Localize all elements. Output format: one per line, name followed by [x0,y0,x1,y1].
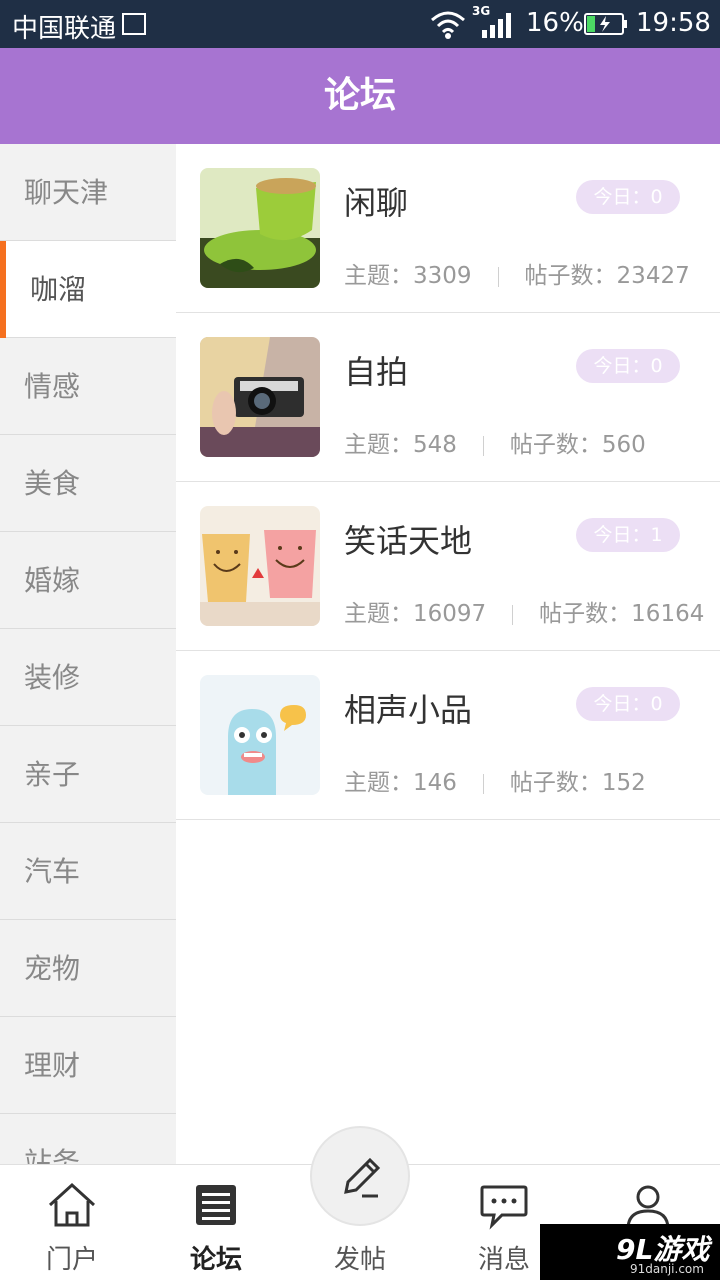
sidebar-item-parenting[interactable]: 亲子 [0,726,176,823]
sidebar-item-wedding[interactable]: 婚嫁 [0,532,176,629]
topic-count: 主题：3309 [344,263,472,289]
sidebar-item-label: 宠物 [24,952,81,985]
book-icon [196,1185,236,1225]
sidebar-item-label: 咖溜 [30,273,87,306]
sidebar-item-label: 聊天津 [24,176,109,209]
sidebar-item-label: 美食 [24,467,81,500]
tab-label: 论坛 [189,1245,242,1275]
divider [512,604,514,625]
forum-stats: 主题：548 帖子数：560 [344,425,646,459]
sidebar-item-site-affairs[interactable]: 站务 [0,1114,176,1164]
carrier-name: 中国联通 [12,14,117,44]
pencil-icon [344,1157,381,1198]
page-title: 论坛 [323,75,396,116]
wifi-icon [431,11,465,39]
home-icon [48,1182,96,1227]
watermark: 9L游戏 91danji.com [540,1224,720,1280]
tab-forum[interactable]: 论坛 [144,1165,288,1280]
sidebar-item-finance[interactable]: 理财 [0,1017,176,1114]
forum-item-zipai[interactable]: 自拍 今日：0 主题：548 帖子数：560 [176,313,720,482]
divider [497,266,499,287]
new-post-button[interactable] [310,1126,410,1226]
forum-item-xianliao[interactable]: 闲聊 今日：0 主题：3309 帖子数：23427 [176,144,720,313]
signal-icon [482,13,511,38]
watermark-site: 91danji.com [630,1262,704,1276]
today-count-badge: 今日：0 [576,687,680,721]
forum-thumbnail [200,506,320,626]
forum-item-xiaohua[interactable]: 笑话天地 今日：1 主题：16097 帖子数：16164 [176,482,720,651]
sidebar-item-kaliu[interactable]: 咖溜 [0,241,176,338]
sidebar-item-label: 理财 [24,1049,81,1082]
green-tea-cup-photo-icon [200,168,320,288]
forum-name: 笑话天地 [344,522,473,560]
today-count-badge: 今日：1 [576,518,680,552]
sidebar-item-label: 汽车 [24,855,81,888]
sidebar-item-label: 亲子 [24,758,81,791]
topic-count: 主题：16097 [344,601,487,627]
topic-count: 主题：548 [344,432,457,458]
post-count: 帖子数：560 [509,432,646,458]
today-count-badge: 今日：0 [576,180,680,214]
sidebar-item-decoration[interactable]: 装修 [0,629,176,726]
sidebar-item-pets[interactable]: 宠物 [0,920,176,1017]
battery-percent: 16% [526,8,584,38]
forum-stats: 主题：16097 帖子数：16164 [344,594,704,628]
tab-label: 门户 [45,1245,98,1275]
sidebar-item-label: 站务 [24,1146,81,1164]
forum-name: 闲聊 [344,184,409,222]
image-notification-icon [122,13,146,35]
tab-label: 发帖 [333,1245,386,1275]
topic-count: 主题：146 [344,770,457,796]
sidebar-item-label: 婚嫁 [24,564,81,597]
post-count: 帖子数：16164 [539,601,705,627]
status-bar: 中国联通 3G 16% 19:58 [0,0,720,48]
post-count: 帖子数：23427 [524,263,690,289]
girl-with-camera-photo-icon [200,337,320,457]
sidebar-item-label: 装修 [24,661,81,694]
category-sidebar: 聊天津 咖溜 情感 美食 婚嫁 装修 亲子 汽车 宠物 理财 站务 [0,144,176,1164]
sidebar-item-car[interactable]: 汽车 [0,823,176,920]
post-count: 帖子数：152 [509,770,646,796]
forum-item-xiangsheng[interactable]: 相声小品 今日：0 主题：146 帖子数：152 [176,651,720,820]
header-bar: 论坛 [0,48,720,144]
today-count-badge: 今日：0 [576,349,680,383]
forum-name: 自拍 [344,353,409,391]
forum-stats: 主题：146 帖子数：152 [344,763,646,797]
blue-monster-hi-illustration-icon [200,675,320,795]
forum-list: 闲聊 今日：0 主题：3309 帖子数：23427 自拍 今日：0 主题：548 帖… [176,144,720,1164]
tab-portal[interactable]: 门户 [0,1165,144,1280]
forum-thumbnail [200,337,320,457]
sidebar-item-emotion[interactable]: 情感 [0,338,176,435]
clock: 19:58 [636,8,711,38]
sidebar-item-chat-tianjin[interactable]: 聊天津 [0,144,176,241]
forum-name: 相声小品 [344,691,473,729]
battery-charging-icon [584,13,627,35]
sidebar-item-food[interactable]: 美食 [0,435,176,532]
sidebar-item-label: 情感 [24,370,81,403]
divider [482,773,484,794]
forum-stats: 主题：3309 帖子数：23427 [344,256,690,290]
chat-bubble-icon [480,1185,528,1230]
smiley-cups-photo-icon [200,506,320,626]
forum-thumbnail [200,675,320,795]
divider [482,435,484,456]
forum-thumbnail [200,168,320,288]
